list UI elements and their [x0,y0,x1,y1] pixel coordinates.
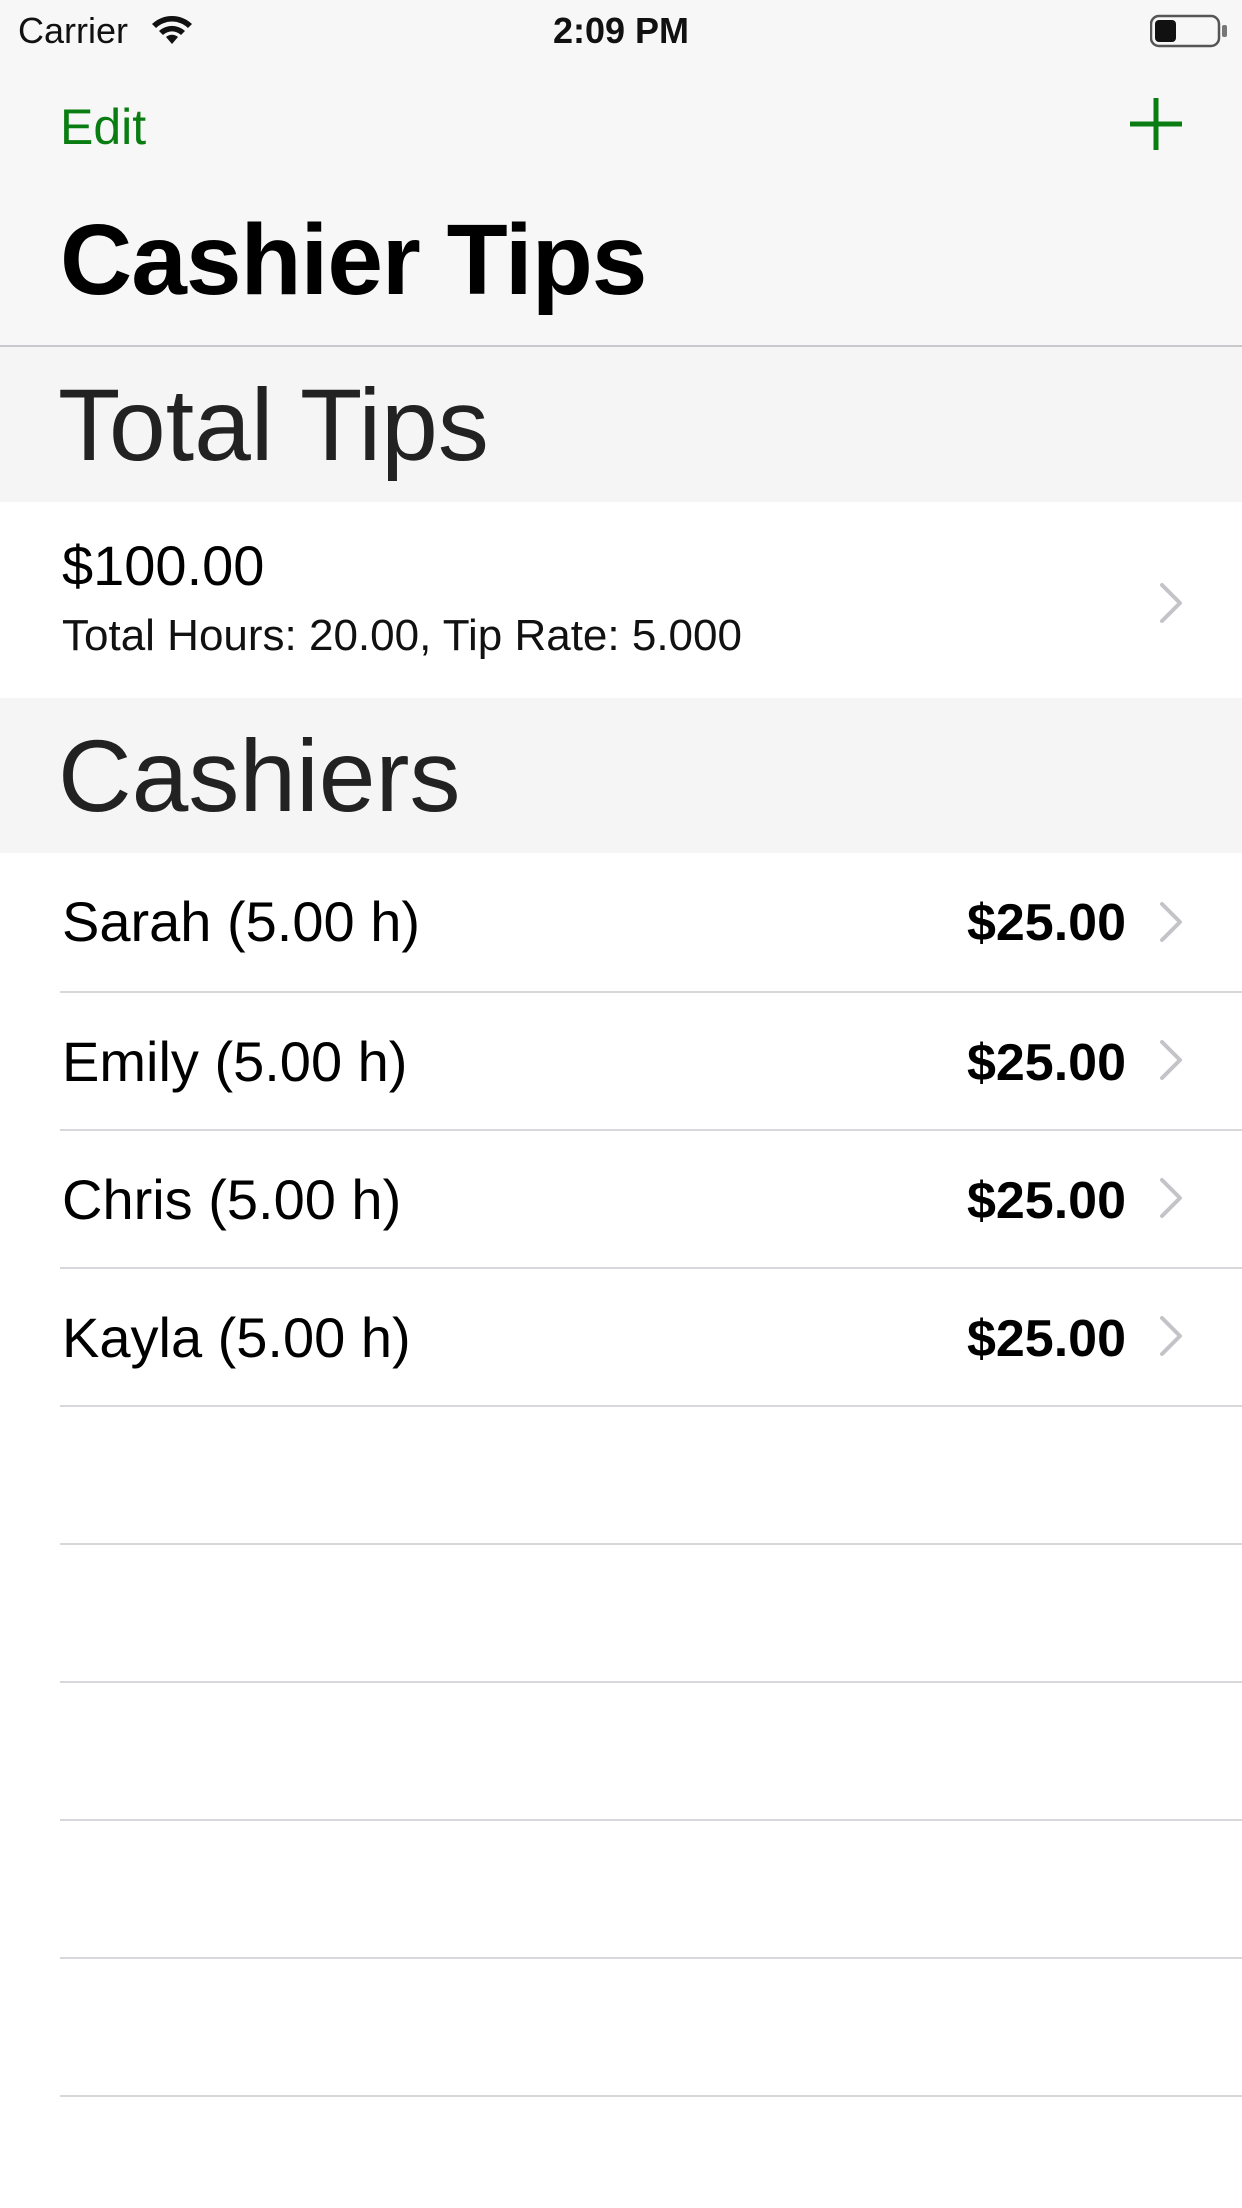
cashier-name: Emily (5.00 h) [62,1030,408,1093]
battery-icon [1150,14,1227,48]
chevron-right-icon [1160,1040,1182,1080]
cashier-tip-amount: $25.00 [966,894,1126,952]
status-time: 2:09 PM [552,10,690,51]
empty-row-separator [60,1957,1242,1959]
cashier-row[interactable]: Kayla (5.00 h) $25.00 [0,1269,1242,1407]
navigation-bar: Edit Cashier Tips [0,60,1242,347]
cashier-tip-amount: $25.00 [966,1034,1126,1092]
empty-row-separator [60,1543,1242,1545]
empty-row-separator [60,1819,1242,1821]
status-bar: Carrier 2:09 PM [0,0,1242,60]
page-title: Cashier Tips [60,204,647,316]
row-separator [60,1405,1242,1407]
chevron-right-icon [1160,902,1182,942]
empty-row-separator [60,2095,1242,2097]
screen: Carrier 2:09 PM Edit Cashier Tips Total … [0,0,1242,2208]
section-header-label: Total Tips [58,368,489,482]
cashier-tip-amount: $25.00 [966,1310,1126,1368]
chevron-right-icon [1160,1178,1182,1218]
chevron-right-icon [1160,583,1182,623]
total-tips-row[interactable]: $100.00 Total Hours: 20.00, Tip Rate: 5.… [0,503,1242,698]
cashier-row[interactable]: Emily (5.00 h) $25.00 [0,993,1242,1131]
cashier-name: Chris (5.00 h) [62,1168,402,1231]
section-header-cashiers: Cashiers [0,698,1242,853]
cashier-name: Kayla (5.00 h) [62,1306,411,1369]
section-header-total-tips: Total Tips [0,347,1242,502]
section-header-label: Cashiers [58,719,461,833]
total-amount: $100.00 [62,534,265,597]
plus-icon[interactable] [1126,94,1186,154]
cashier-row[interactable]: Chris (5.00 h) $25.00 [0,1131,1242,1269]
cashier-name: Sarah (5.00 h) [62,890,420,953]
chevron-right-icon [1160,1316,1182,1356]
cashier-row[interactable]: Sarah (5.00 h) $25.00 [0,853,1242,991]
empty-row-separator [60,1681,1242,1683]
cashier-tip-amount: $25.00 [966,1172,1126,1230]
total-detail: Total Hours: 20.00, Tip Rate: 5.000 [62,611,742,660]
edit-button[interactable]: Edit [60,98,146,156]
